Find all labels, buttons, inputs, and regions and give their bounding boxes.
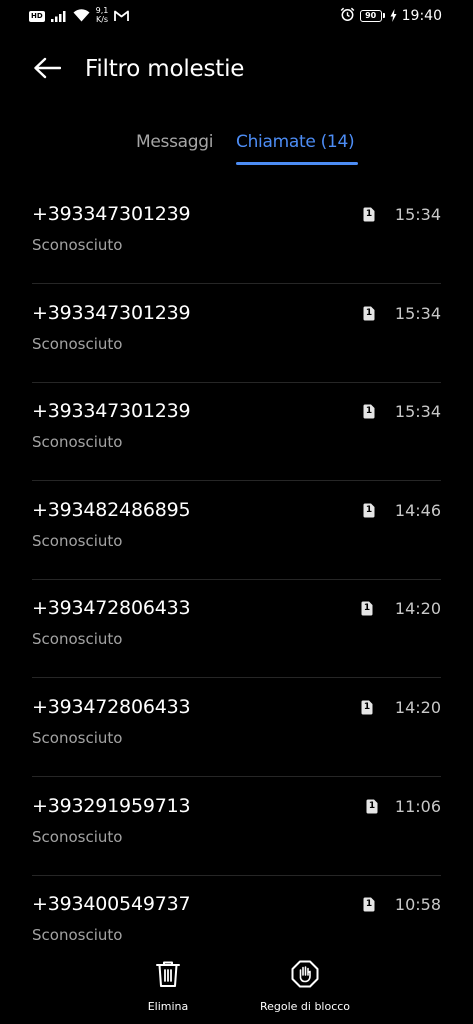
call-status: Sconosciuto (32, 236, 123, 254)
sim-card-icon: 1 (361, 601, 373, 616)
delete-label: Elimina (147, 1000, 189, 1013)
tab-calls[interactable]: Chiamate (14) (236, 132, 355, 152)
sim-slot-number: 1 (363, 603, 371, 614)
call-number: +393400549737 (32, 893, 191, 916)
hand-stop-icon (291, 960, 319, 992)
call-time: 15:34 (394, 303, 441, 323)
call-status: Sconosciuto (32, 433, 123, 452)
status-right-group: 90 19:40 (340, 6, 442, 26)
call-time: 15:34 (394, 402, 441, 422)
sim-slot-number: 1 (365, 504, 373, 515)
sim-card-icon: 1 (363, 207, 375, 222)
call-time: 15:34 (394, 205, 441, 224)
bottom-action-bar: Elimina Regole di blocco (0, 950, 473, 1024)
block-rules-label: Regole di blocco (259, 1000, 351, 1013)
call-number: +393347301239 (32, 400, 191, 423)
sim-slot-number: 1 (363, 702, 371, 712)
network-speed-unit: K/s (95, 15, 109, 24)
sim-card-icon: 1 (366, 799, 378, 814)
charging-icon (390, 7, 397, 26)
call-number: +393472806433 (32, 696, 191, 718)
status-bar: HD 9,1 K/s 90 19:40 (0, 0, 473, 34)
call-row[interactable]: +393291959713 Sconosciuto 1 11:06 (0, 778, 473, 876)
call-time: 10:58 (394, 895, 441, 915)
sim-slot-number: 1 (368, 800, 376, 811)
call-row[interactable]: +393472806433 Sconosciuto 1 14:20 (0, 679, 473, 777)
call-status: Sconosciuto (32, 334, 123, 353)
signal-icon (50, 7, 67, 26)
sim-slot-number: 1 (365, 307, 373, 318)
network-speed-value: 9,1 (95, 6, 109, 15)
call-row[interactable]: +393347301239 Sconosciuto 1 15:34 (0, 285, 473, 383)
call-status: Sconosciuto (32, 630, 123, 649)
call-number: +393472806433 (32, 597, 191, 620)
call-status: Sconosciuto (32, 729, 123, 747)
call-time: 14:46 (394, 500, 441, 520)
sim-card-icon: 1 (363, 404, 375, 419)
battery-indicator: 90 (359, 10, 385, 22)
sim-card-icon: 1 (363, 306, 375, 321)
call-row[interactable]: +393347301239 Sconosciuto 1 15:34 (0, 383, 473, 482)
call-time: 11:06 (394, 796, 441, 816)
battery-level: 90 (365, 11, 377, 20)
status-left-group: HD 9,1 K/s (29, 6, 130, 26)
status-clock: 19:40 (401, 8, 442, 24)
call-time: 14:20 (394, 698, 441, 717)
sim-card-icon: 1 (361, 700, 373, 715)
page-title: Filtro molestie (85, 56, 245, 82)
call-status: Sconosciuto (32, 926, 123, 945)
network-speed: 9,1 K/s (96, 6, 109, 24)
call-time: 14:20 (394, 599, 441, 619)
hd-voice-badge: HD (29, 10, 45, 22)
wifi-icon (73, 7, 90, 26)
call-status: Sconosciuto (32, 531, 123, 550)
call-row[interactable]: +393472806433 Sconosciuto 1 14:20 (0, 580, 473, 679)
active-tab-indicator (236, 162, 358, 165)
call-number: +393291959713 (32, 794, 191, 817)
tab-messages[interactable]: Messaggi (136, 132, 213, 152)
sim-slot-number: 1 (365, 209, 373, 219)
call-status: Sconosciuto (32, 827, 123, 846)
arrow-left-icon (33, 57, 62, 83)
sim-card-icon: 1 (363, 503, 375, 518)
block-rules-button[interactable]: Regole di blocco (245, 960, 365, 1013)
call-row[interactable]: +393482486895 Sconosciuto 1 14:46 (0, 482, 473, 580)
delete-button[interactable]: Elimina (108, 960, 228, 1013)
gmail-icon (114, 7, 130, 26)
call-number: +393347301239 (32, 203, 191, 225)
call-number: +393482486895 (32, 498, 191, 521)
sim-slot-number: 1 (365, 899, 373, 910)
back-button[interactable] (26, 52, 68, 88)
app-header: Filtro molestie (0, 44, 473, 96)
tab-bar: Messaggi Chiamate (14) (0, 126, 473, 170)
call-number: +393347301239 (32, 301, 191, 324)
sim-slot-number: 1 (365, 406, 373, 417)
trash-icon (155, 960, 181, 992)
sim-card-icon: 1 (363, 897, 375, 912)
alarm-icon (340, 7, 355, 26)
call-row[interactable]: +393347301239 Sconosciuto 1 15:34 (0, 186, 473, 284)
